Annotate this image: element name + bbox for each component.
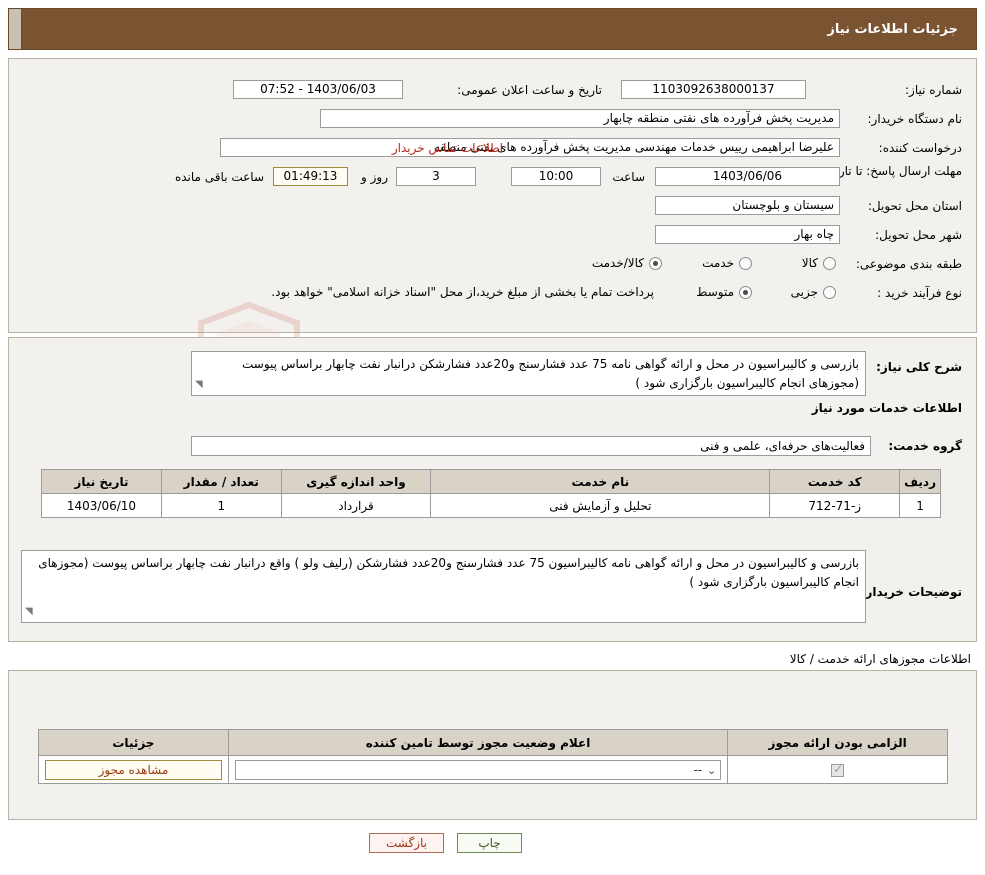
category-option-kala: کالا: [802, 256, 818, 270]
cell-quantity: 1: [161, 494, 281, 518]
deadline-date-value: 1403/06/06: [655, 167, 840, 186]
chevron-down-icon: ⌄: [707, 762, 716, 780]
buyer-org-value: مدیریت پخش فرآورده های نفتی منطقه چابهار: [320, 109, 840, 128]
th-permit-details: جزئیات: [39, 730, 229, 756]
services-table-header-row: ردیف کد خدمت نام خدمت واحد اندازه گیری ت…: [42, 470, 941, 494]
th-row-index: ردیف: [900, 470, 941, 494]
buyer-contact-link[interactable]: اطلاعات تماس خریدار: [392, 141, 503, 155]
requester-label: درخواست کننده:: [879, 141, 962, 155]
requester-value: علیرضا ابراهیمی رییس خدمات مهندسی مدیریت…: [220, 138, 840, 157]
deadline-hour-value: 10:00: [511, 167, 601, 186]
service-details-panel: شرح کلی نیاز: بازرسی و کالیبراسیون در مح…: [8, 337, 977, 642]
need-number-value: 1103092638000137: [621, 80, 806, 99]
th-permit-status: اعلام وضعیت مجوز توسط تامین کننده: [228, 730, 727, 756]
permit-status-select[interactable]: ⌄ --: [235, 760, 721, 780]
view-permit-button[interactable]: مشاهده مجوز: [45, 760, 222, 780]
cell-permit-required: [728, 756, 948, 784]
process-radio-jozii[interactable]: [823, 286, 836, 299]
service-group-value: فعالیت‌های حرفه‌ای، علمی و فنی: [191, 436, 871, 456]
th-measure-unit: واحد اندازه گیری: [281, 470, 431, 494]
permit-required-checkbox[interactable]: [831, 764, 844, 777]
general-desc-label: شرح کلی نیاز:: [876, 360, 962, 374]
category-radio-khedmat[interactable]: [739, 257, 752, 270]
th-quantity: تعداد / مقدار: [161, 470, 281, 494]
cell-permit-status: ⌄ --: [228, 756, 727, 784]
announce-datetime-label: تاریخ و ساعت اعلان عمومی:: [457, 83, 602, 97]
city-label: شهر محل تحویل:: [875, 228, 962, 242]
table-row: 1 ز-71-712 تحلیل و آزمایش فنی قرارداد 1 …: [42, 494, 941, 518]
category-radio-kala[interactable]: [823, 257, 836, 270]
process-radio-motavaset[interactable]: [739, 286, 752, 299]
process-option-motavaset: متوسط: [696, 285, 734, 299]
deadline-hour-label: ساعت: [612, 170, 645, 184]
process-note: پرداخت تمام یا بخشی از مبلغ خرید،از محل …: [271, 285, 654, 299]
remaining-days-label: روز و: [361, 170, 388, 184]
remaining-time-value: 01:49:13: [273, 167, 348, 186]
page-header: جزئیات اطلاعات نیاز: [8, 8, 977, 50]
header-left-accent: [9, 9, 22, 49]
buyer-notes-value: بازرسی و کالیبراسیون در محل و ارائه گواه…: [38, 556, 859, 589]
announce-datetime-value: 1403/06/03 - 07:52: [233, 80, 403, 99]
cell-permit-details: مشاهده مجوز: [39, 756, 229, 784]
general-desc-value: بازرسی و کالیبراسیون در محل و ارائه گواه…: [242, 357, 859, 390]
services-table: ردیف کد خدمت نام خدمت واحد اندازه گیری ت…: [41, 469, 941, 518]
province-label: استان محل تحویل:: [868, 199, 962, 213]
back-button[interactable]: بازگشت: [369, 833, 444, 853]
buyer-notes-label: توضیحات خریدار:: [861, 585, 962, 599]
th-need-date: تاریخ نیاز: [42, 470, 162, 494]
services-info-title: اطلاعات خدمات مورد نیاز: [812, 401, 962, 415]
buyer-notes-value-box: بازرسی و کالیبراسیون در محل و ارائه گواه…: [21, 550, 866, 623]
category-radio-kala-khedmat[interactable]: [649, 257, 662, 270]
deadline-label: مهلت ارسال پاسخ: تا تاریخ:: [824, 164, 962, 179]
cell-service-name: تحلیل و آزمایش فنی: [431, 494, 770, 518]
cell-need-date: 1403/06/10: [42, 494, 162, 518]
province-value: سیستان و بلوچستان: [655, 196, 840, 215]
cell-row-index: 1: [900, 494, 941, 518]
page-title: جزئیات اطلاعات نیاز: [827, 22, 958, 37]
resize-handle-icon: ◥: [195, 375, 203, 394]
page-root: جزئیات اطلاعات نیاز AriaTender.net شماره…: [0, 0, 985, 875]
th-permit-required: الزامی بودن ارائه مجوز: [728, 730, 948, 756]
need-number-label: شماره نیاز:: [905, 83, 962, 97]
cell-measure-unit: قرارداد: [281, 494, 431, 518]
category-label: طبقه بندی موضوعی:: [856, 257, 962, 271]
service-group-label: گروه خدمت:: [888, 439, 962, 453]
need-summary-panel: AriaTender.net شماره نیاز: 1103092638000…: [8, 58, 977, 333]
category-option-khedmat: خدمت: [702, 256, 734, 270]
th-service-name: نام خدمت: [431, 470, 770, 494]
process-label: نوع فرآیند خرید :: [877, 286, 962, 300]
permits-table-header-row: الزامی بودن ارائه مجوز اعلام وضعیت مجوز …: [39, 730, 948, 756]
print-button[interactable]: چاپ: [457, 833, 522, 853]
resize-handle-icon-2: ◥: [25, 602, 33, 621]
table-row: ⌄ -- مشاهده مجوز: [39, 756, 948, 784]
th-service-code: کد خدمت: [770, 470, 900, 494]
category-option-kala-khedmat: کالا/خدمت: [592, 256, 644, 270]
permit-status-value: --: [694, 763, 703, 777]
buyer-org-label: نام دستگاه خریدار:: [868, 112, 963, 126]
permits-panel: الزامی بودن ارائه مجوز اعلام وضعیت مجوز …: [8, 670, 977, 820]
remaining-days-value: 3: [396, 167, 476, 186]
deadline-label-text: مهلت ارسال پاسخ: تا تاریخ:: [824, 164, 962, 178]
process-option-jozii: جزیی: [791, 285, 818, 299]
city-value: چاه بهار: [655, 225, 840, 244]
remaining-time-label: ساعت باقی مانده: [175, 170, 264, 184]
general-desc-value-box: بازرسی و کالیبراسیون در محل و ارائه گواه…: [191, 351, 866, 396]
permits-section-title: اطلاعات مجوزهای ارائه خدمت / کالا: [790, 652, 971, 666]
permits-table: الزامی بودن ارائه مجوز اعلام وضعیت مجوز …: [38, 729, 948, 784]
cell-service-code: ز-71-712: [770, 494, 900, 518]
